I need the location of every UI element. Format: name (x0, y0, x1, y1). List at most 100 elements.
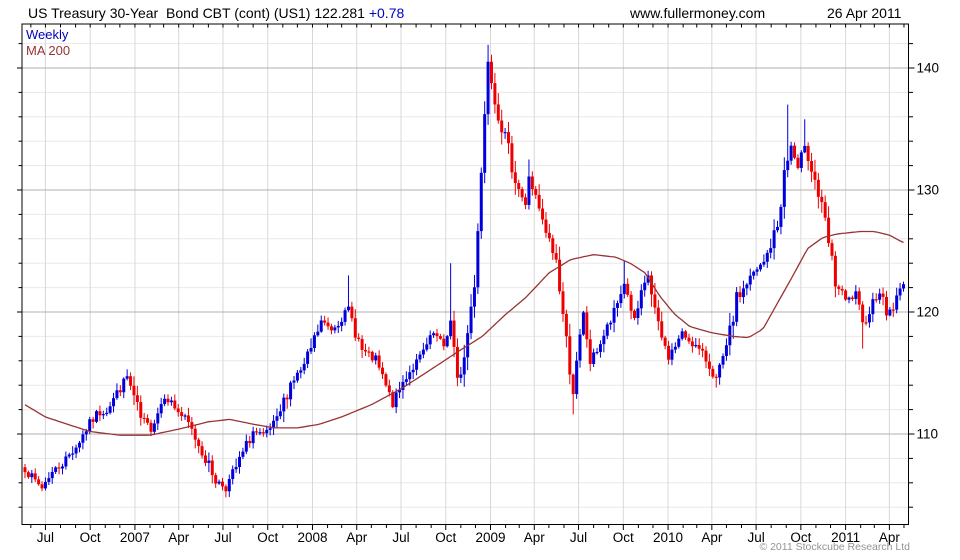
copyright-notice: © 2011 Stockcube Research Ltd (759, 541, 910, 553)
x-tick-label: Oct (257, 530, 278, 545)
candlestick-up (670, 343, 674, 366)
candlestick-down (91, 416, 95, 429)
candlestick-up (483, 101, 487, 184)
candlestick-down (360, 335, 364, 359)
candlestick-down (541, 198, 545, 225)
candlestick-up (163, 394, 167, 407)
candlestick-up (581, 310, 585, 336)
candlestick-up (340, 317, 344, 332)
candlestick-down (367, 346, 371, 358)
candlestick-up (445, 334, 449, 348)
candlestick-up (575, 351, 579, 399)
page-title: US Treasury 30-Year Bond CBT (cont) (US1… (28, 5, 311, 21)
candlestick-up (898, 282, 902, 301)
candlestick-down (26, 470, 30, 479)
candlestick-up (50, 466, 54, 484)
candlestick-down (507, 121, 511, 154)
candlestick-down (833, 251, 837, 298)
candlestick-up (779, 204, 783, 235)
candlestick-up (169, 396, 173, 406)
candlestick-down (558, 246, 562, 295)
candlestick-up (758, 262, 762, 272)
candlestick-up (636, 300, 640, 325)
candlestick-up (677, 335, 681, 349)
date-label: 26 Apr 2011 (827, 5, 902, 21)
x-tick-label: 2009 (475, 530, 505, 545)
x-tick-label: Oct (80, 530, 101, 545)
candlestick-up (217, 479, 221, 485)
candlestick-up (81, 430, 85, 450)
candlestick-down (738, 286, 742, 303)
candlestick-down (660, 311, 664, 341)
y-tick-label: 120 (917, 305, 940, 320)
x-tick-label: Apr (701, 530, 723, 545)
candlestick-down (816, 172, 820, 209)
candlestick-down (891, 302, 895, 317)
x-tick-label: 2008 (297, 530, 327, 545)
candlestick-up (95, 409, 99, 424)
candlestick-up (592, 348, 596, 367)
candlestick-up (503, 128, 507, 139)
candlestick-down (500, 109, 504, 145)
candlestick-down (650, 271, 654, 307)
candlestick-up (292, 376, 296, 390)
candlestick-up (867, 306, 871, 328)
candlestick-up (183, 413, 187, 420)
x-tick-label: Jul (392, 530, 409, 545)
candlestick-up (299, 367, 303, 379)
candlestick-up (152, 419, 156, 435)
candlestick-down (793, 142, 797, 160)
candlestick-down (861, 301, 865, 349)
candlestick-up (602, 329, 606, 353)
candlestick-down (57, 462, 61, 475)
candlestick-up (411, 363, 415, 380)
candlestick-down (139, 395, 143, 426)
candlestick-down (874, 293, 878, 303)
candlestick-down (844, 289, 848, 301)
candlestick-down (520, 186, 524, 202)
candlestick-down (33, 468, 37, 483)
candlestick-down (173, 394, 177, 411)
candlestick-up (466, 325, 470, 371)
candlestick-up (234, 458, 238, 473)
candlestick-down (564, 309, 568, 348)
candlestick-down (435, 328, 439, 342)
candlestick-down (884, 290, 888, 321)
candlestick-up (479, 167, 483, 239)
candlestick-down (707, 353, 711, 377)
candlestick-down (551, 234, 555, 260)
candlestick-up (105, 407, 109, 417)
candlestick-down (806, 142, 810, 171)
candlestick-down (823, 195, 827, 221)
x-tick-label: Apr (346, 530, 368, 545)
candlestick-up (125, 369, 129, 381)
candlestick-down (384, 372, 388, 388)
candlestick-down (364, 343, 367, 356)
candlestick-up (527, 159, 531, 210)
candlestick-up (724, 338, 728, 361)
candlestick-down (554, 244, 558, 263)
candlestick-up (769, 238, 773, 259)
candlestick-up (54, 466, 58, 474)
candlestick-up (77, 440, 81, 453)
candlestick-up (878, 288, 882, 304)
candlestick-up (486, 44, 490, 125)
candlestick-down (864, 315, 868, 326)
candlestick-up (336, 320, 340, 334)
candlestick-down (220, 477, 224, 491)
candlestick-down (663, 335, 667, 350)
candlestick-up (772, 219, 776, 260)
candlestick-down (357, 333, 361, 342)
candlestick-down (176, 403, 180, 417)
candlestick-down (684, 329, 688, 341)
candlestick-up (752, 270, 756, 280)
candlestick-up (847, 296, 851, 304)
y-tick-label: 110 (917, 427, 939, 442)
x-tick-label: 2010 (653, 530, 683, 545)
candlestick-up (74, 444, 78, 459)
x-tick-label: Apr (524, 530, 546, 545)
candlestick-up (673, 342, 677, 354)
candlestick-up (295, 369, 299, 383)
candlestick-up (306, 349, 310, 369)
candlestick-down (193, 424, 197, 449)
